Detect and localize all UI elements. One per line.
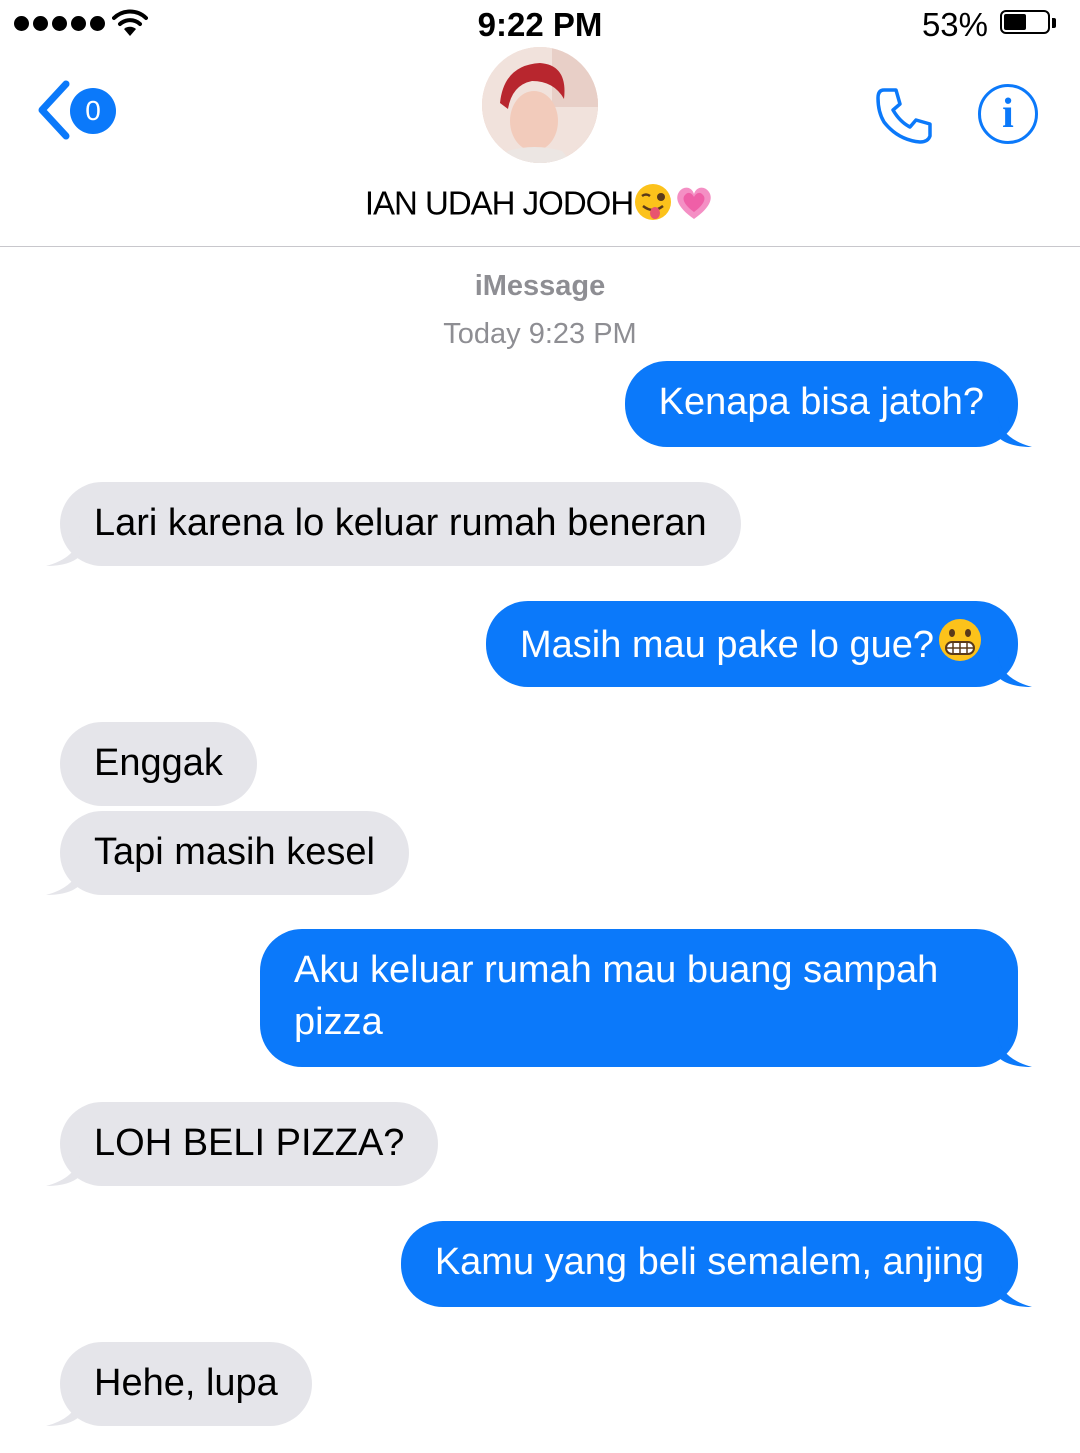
status-bar: 9:22 PM 53% xyxy=(0,0,1080,50)
growing-heart-icon xyxy=(673,182,715,230)
contact-name[interactable]: IAN UDAH JODOH xyxy=(0,182,1080,230)
message-bubble-sent[interactable]: Masih mau pake lo gue? xyxy=(485,601,1032,687)
phone-call-button[interactable] xyxy=(874,84,936,151)
avatar[interactable] xyxy=(482,47,598,163)
message-text: Kamu yang beli semalem, anjing xyxy=(434,1241,984,1283)
service-label: iMessage xyxy=(474,270,606,302)
message-text: Masih mau pake lo gue? xyxy=(519,624,934,667)
battery-percentage: 53% xyxy=(921,6,988,43)
bubble-tail xyxy=(46,1156,80,1186)
bubble-tail xyxy=(46,536,80,566)
phone-icon xyxy=(876,88,932,144)
winking-face-with-tongue-icon xyxy=(633,182,673,230)
message-bubble-received[interactable]: Enggak xyxy=(60,722,257,806)
contact-name-text: IAN UDAH JODOH xyxy=(364,184,634,222)
message-text: Aku keluar rumah mau buang sampah pizza xyxy=(294,949,939,1043)
message-text: Kenapa bisa jatoh? xyxy=(658,381,984,423)
header-divider xyxy=(0,246,1080,247)
message-text: Tapi masih kesel xyxy=(94,831,375,873)
conversation-timestamp: Today 9:23 PM xyxy=(443,318,637,350)
bubble-tail xyxy=(998,1277,1032,1307)
message-text: Enggak xyxy=(94,742,223,784)
message-bubble-sent[interactable]: Kamu yang beli semalem, anjing xyxy=(400,1221,1032,1307)
bubble-tail xyxy=(46,1396,80,1426)
battery-icon xyxy=(1000,10,1056,38)
message-bubble-received[interactable]: LOH BELI PIZZA? xyxy=(46,1102,439,1186)
bubble-tail xyxy=(998,1037,1032,1067)
bubble-tail xyxy=(998,657,1032,687)
bubble-tail xyxy=(998,417,1032,447)
message-text: Hehe, lupa xyxy=(94,1362,278,1404)
message-bubble-sent[interactable]: Aku keluar rumah mau buang sampah pizza xyxy=(260,929,1032,1067)
info-button[interactable]: i xyxy=(978,84,1038,144)
message-bubble-sent[interactable]: Kenapa bisa jatoh? xyxy=(624,361,1032,447)
message-bubble-received[interactable]: Lari karena lo keluar rumah beneran xyxy=(46,482,741,566)
unread-count-badge: 0 xyxy=(70,88,116,134)
message-text: LOH BELI PIZZA? xyxy=(94,1122,405,1164)
bubble-tail xyxy=(46,865,80,895)
message-bubble-received[interactable]: Tapi masih kesel xyxy=(46,811,409,895)
message-text: Lari karena lo keluar rumah beneran xyxy=(94,502,707,544)
status-time: 9:22 PM xyxy=(477,6,603,43)
chevron-left-icon xyxy=(38,80,70,140)
message-bubble-received[interactable]: Hehe, lupa xyxy=(46,1342,312,1426)
grimacing-face-icon xyxy=(936,616,984,678)
info-icon: i xyxy=(1002,91,1014,137)
